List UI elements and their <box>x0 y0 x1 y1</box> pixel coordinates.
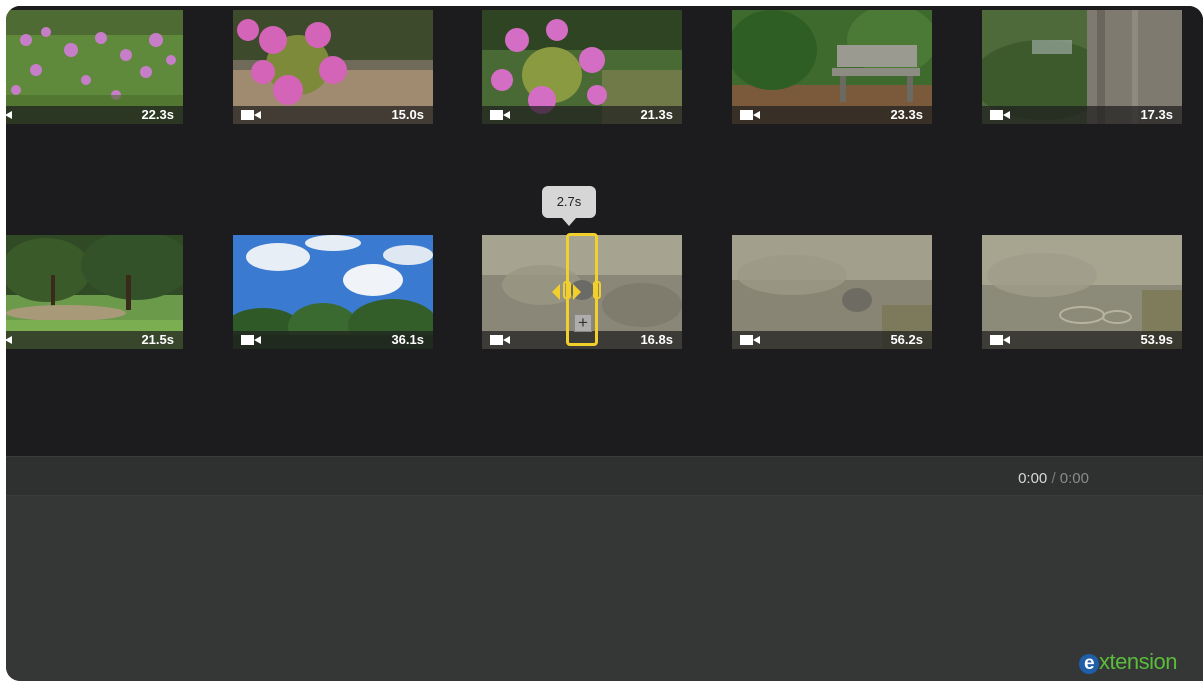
video-camera-icon <box>990 110 1010 120</box>
clip-phlox-closeup[interactable]: 15.0s <box>233 10 433 124</box>
video-camera-icon <box>6 111 12 119</box>
clip-duration: 21.3s <box>640 107 673 122</box>
trim-handle-left[interactable] <box>563 281 571 299</box>
clip-duration: 56.2s <box>890 332 923 347</box>
clip-duration: 22.3s <box>141 107 174 122</box>
logo-text: xtension <box>1099 649 1177 674</box>
current-time: 0:00 <box>1018 470 1048 487</box>
clip-park-bench[interactable]: 23.3s <box>732 10 932 124</box>
clip-duration: 23.3s <box>890 107 923 122</box>
clip-duration: 53.9s <box>1140 332 1173 347</box>
video-camera-icon <box>241 110 261 120</box>
clip-duration: 16.8s <box>640 332 673 347</box>
clip-pond-ripples[interactable]: 53.9s <box>982 235 1182 349</box>
clip-info-bar: 36.1s <box>233 331 433 349</box>
clip-duration: 21.5s <box>141 332 174 347</box>
video-camera-icon <box>490 335 510 345</box>
clip-info-bar: 21.3s <box>482 106 682 124</box>
project-timeline[interactable]: e xtension <box>6 496 1203 681</box>
video-camera-icon <box>740 335 760 345</box>
video-camera-icon <box>490 110 510 120</box>
clip-blue-sky[interactable]: 36.1s <box>233 235 433 349</box>
clip-info-bar: 15.0s <box>233 106 433 124</box>
clip-pond-turtle[interactable]: 16.8s + <box>482 233 682 349</box>
trim-handle-right[interactable] <box>593 281 601 299</box>
video-camera-icon <box>740 110 760 120</box>
clip-phlox-garden[interactable]: 21.3s <box>482 10 682 124</box>
clip-info-bar: 53.9s <box>982 331 1182 349</box>
clip-phlox-field[interactable]: 22.3s <box>6 10 183 124</box>
total-time: 0:00 <box>1059 470 1089 487</box>
clip-info-bar: 21.5s <box>6 331 183 349</box>
add-to-project-button[interactable]: + <box>574 314 592 332</box>
playback-time-bar: 0:00 / 0:00 <box>6 456 1203 496</box>
video-camera-icon <box>241 335 261 345</box>
logo-mark: e <box>1079 654 1100 674</box>
imovie-window: 22.3s 15.0s 21.3s 23.3s 17.3s 21.5s 36.1… <box>6 6 1203 681</box>
clip-duration: 15.0s <box>391 107 424 122</box>
clip-info-bar: 56.2s <box>732 331 932 349</box>
clip-duration: 36.1s <box>391 332 424 347</box>
clip-info-bar: 23.3s <box>732 106 932 124</box>
time-separator: / <box>1051 470 1056 487</box>
clip-info-bar: 17.3s <box>982 106 1182 124</box>
skimmer-right-arrow-icon <box>573 284 581 300</box>
clip-pond-water[interactable]: 56.2s <box>732 235 932 349</box>
media-browser: 22.3s 15.0s 21.3s 23.3s 17.3s 21.5s 36.1… <box>6 6 1203 456</box>
clip-duration: 17.3s <box>1140 107 1173 122</box>
skimmer-left-arrow-icon <box>552 284 560 300</box>
selection-range[interactable]: + <box>552 233 601 346</box>
timecode-display: 0:00 / 0:00 <box>1018 470 1089 487</box>
skimmer-duration-tooltip: 2.7s <box>542 186 596 226</box>
clip-info-bar: 22.3s <box>6 106 183 124</box>
clip-tree-trunk[interactable]: 17.3s <box>982 10 1182 124</box>
clip-park-lawn[interactable]: 21.5s <box>6 235 183 349</box>
video-camera-icon <box>990 335 1010 345</box>
video-camera-icon <box>6 336 12 344</box>
extension-logo: e xtension <box>1079 649 1177 675</box>
